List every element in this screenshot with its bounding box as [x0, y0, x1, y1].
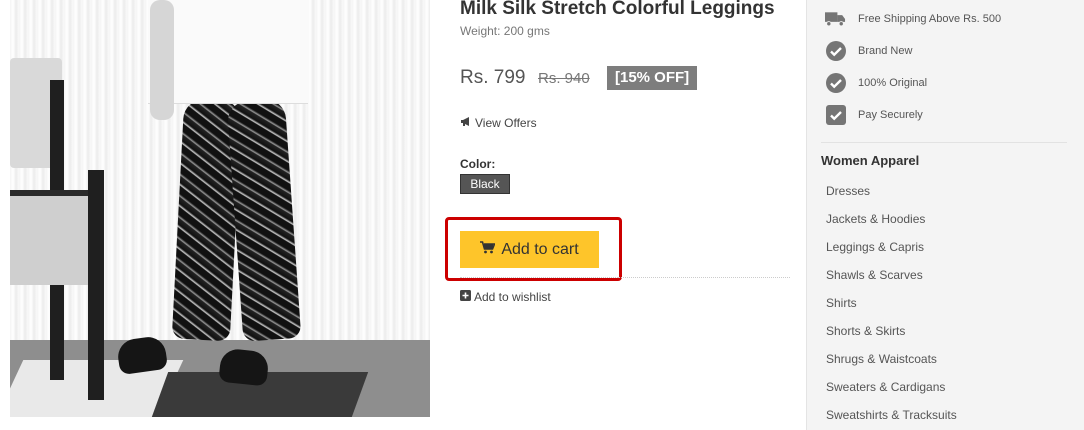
feature-free-shipping: Free Shipping Above Rs. 500: [825, 8, 1001, 29]
product-image: [10, 0, 430, 417]
original-price: Rs. 940: [538, 70, 590, 87]
color-option-black[interactable]: Black: [460, 174, 510, 194]
category-link-dresses[interactable]: Dresses: [826, 184, 957, 212]
feature-label: 100% Original: [858, 76, 928, 89]
truck-icon: [825, 8, 846, 29]
add-to-wishlist-label: Add to wishlist: [474, 290, 551, 304]
feature-label: Pay Securely: [858, 108, 923, 121]
product-title: Milk Silk Stretch Colorful Leggings: [460, 0, 775, 19]
category-link-leggings-capris[interactable]: Leggings & Capris: [826, 240, 957, 268]
category-heading: Women Apparel: [821, 153, 920, 168]
category-link-shirts[interactable]: Shirts: [826, 296, 957, 324]
cart-icon: [480, 240, 496, 259]
feature-brand-new: Brand New: [825, 40, 912, 61]
feature-label: Brand New: [858, 44, 913, 57]
divider: [460, 277, 790, 278]
color-label: Color:: [460, 157, 496, 171]
feature-pay-securely: Pay Securely: [825, 104, 923, 125]
category-link-shrugs-waistcoats[interactable]: Shrugs & Waistcoats: [826, 352, 957, 380]
view-offers-link[interactable]: View Offers: [460, 116, 537, 130]
category-link-shorts-skirts[interactable]: Shorts & Skirts: [826, 324, 957, 352]
feature-original: 100% Original: [825, 72, 927, 93]
product-weight: Weight: 200 gms: [460, 24, 550, 38]
check-circle-icon: [825, 40, 846, 61]
add-to-wishlist-link[interactable]: Add to wishlist: [460, 290, 551, 304]
check-square-icon: [825, 104, 846, 125]
add-to-cart-label: Add to cart: [501, 240, 579, 258]
category-link-jackets-hoodies[interactable]: Jackets & Hoodies: [826, 212, 957, 240]
divider: [821, 142, 1067, 143]
check-circle-icon: [825, 72, 846, 93]
plus-square-icon: [460, 290, 471, 304]
category-link-sweatshirts-tracksuits[interactable]: Sweatshirts & Tracksuits: [826, 408, 957, 430]
add-to-cart-button[interactable]: Add to cart: [460, 231, 599, 268]
current-price: Rs. 799: [460, 67, 526, 88]
view-offers-label: View Offers: [475, 116, 537, 130]
discount-badge: [15% OFF]: [607, 66, 698, 90]
category-list: Dresses Jackets & Hoodies Leggings & Cap…: [826, 184, 957, 430]
category-link-sweaters-cardigans[interactable]: Sweaters & Cardigans: [826, 380, 957, 408]
megaphone-icon: [460, 116, 472, 130]
category-link-shawls-scarves[interactable]: Shawls & Scarves: [826, 268, 957, 296]
feature-label: Free Shipping Above Rs. 500: [858, 12, 1002, 25]
sidebar: Free Shipping Above Rs. 500 Brand New 10…: [806, 0, 1084, 430]
